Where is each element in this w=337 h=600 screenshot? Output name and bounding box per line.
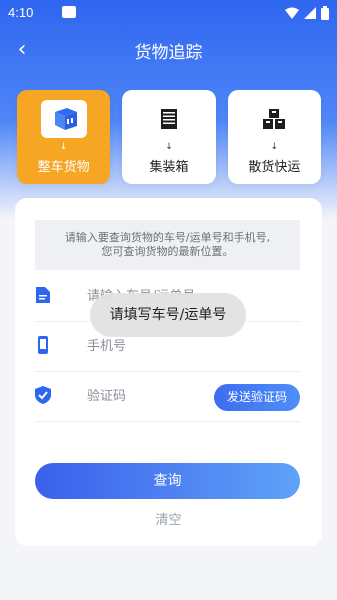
toast-message: 请填写车号/运单号 — [90, 293, 246, 337]
query-form-card: 请输入要查询货物的车号/运单号和手机号, 您可查询货物的最新位置。 发送验证码 … — [15, 198, 322, 546]
status-time: 4:10 — [8, 5, 34, 20]
hint-line-1: 请输入要查询货物的车号/运单号和手机号, — [64, 231, 271, 244]
status-bar: 4:10 — [0, 0, 337, 26]
clear-button[interactable]: 清空 — [15, 509, 322, 528]
query-button[interactable]: 查询 — [35, 463, 300, 499]
cargo-type-tabs: ↓ 整车货物 ↓ 集装箱 ↓ 散货快运 — [17, 90, 321, 184]
hint-line-2: 您可查询货物的最新位置。 — [101, 245, 234, 258]
wifi-icon — [285, 7, 299, 19]
tab-label: 整车货物 — [37, 160, 90, 175]
tab-arrow: ↓ — [59, 142, 68, 152]
code-row: 发送验证码 — [35, 372, 300, 422]
tab-label: 散货快运 — [248, 160, 301, 175]
shield-icon — [35, 386, 51, 404]
battery-icon — [321, 6, 329, 20]
container-icon — [152, 104, 186, 134]
status-icons — [285, 6, 329, 20]
phone-icon — [38, 336, 48, 354]
send-code-button[interactable]: 发送验证码 — [214, 384, 300, 411]
top-nav: ‹ 货物追踪 — [0, 26, 337, 74]
app-notification-icon — [62, 6, 76, 18]
document-icon — [36, 287, 50, 303]
signal-icon — [304, 7, 316, 19]
tab-container[interactable]: ↓ 集装箱 — [122, 90, 216, 184]
tab-arrow: ↓ — [165, 142, 173, 152]
tab-bulk-express[interactable]: ↓ 散货快运 — [227, 90, 321, 184]
tab-label: 集装箱 — [149, 160, 189, 175]
query-hint: 请输入要查询货物的车号/运单号和手机号, 您可查询货物的最新位置。 — [35, 220, 300, 270]
truck-box-icon — [40, 100, 87, 138]
boxes-icon — [257, 104, 291, 134]
page-title: 货物追踪 — [134, 43, 203, 63]
tab-arrow: ↓ — [270, 142, 279, 152]
tab-whole-vehicle[interactable]: ↓ 整车货物 — [17, 90, 111, 184]
phone-input[interactable] — [87, 334, 237, 358]
